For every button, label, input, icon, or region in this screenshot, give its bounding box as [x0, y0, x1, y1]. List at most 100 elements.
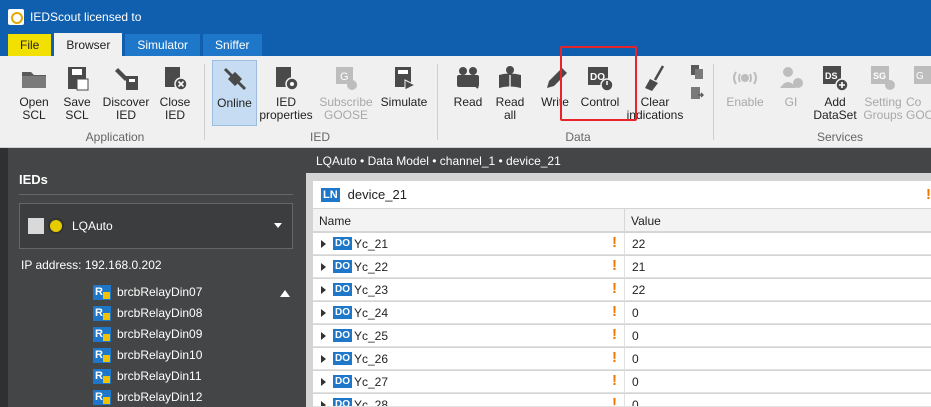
table-row[interactable]: DO Yc_22 ! 21	[313, 256, 931, 278]
ip-address: IP address: 192.168.0.202	[21, 258, 162, 272]
discover-ied-label: Discover IED	[102, 95, 150, 122]
discover-ied-button[interactable]: Discover IED	[100, 60, 152, 126]
online-button[interactable]: Online	[212, 60, 257, 126]
tree-item-label: brcbRelayDin07	[117, 285, 203, 299]
simulate-button[interactable]: Simulate	[378, 60, 430, 126]
warning-icon: !	[612, 257, 617, 274]
table-row[interactable]: DO Yc_23 ! 22	[313, 279, 931, 301]
column-name[interactable]: Name	[319, 214, 351, 228]
tree-item[interactable]: R brcbRelayDin10	[93, 345, 202, 365]
tree-item-label: brcbRelayDin10	[117, 348, 203, 362]
tree-item[interactable]: R brcbRelayDin11	[93, 366, 202, 386]
gi-label: GI	[784, 95, 798, 109]
divider	[19, 194, 293, 195]
tree-item[interactable]: R brcbRelayDin08	[93, 303, 202, 323]
column-value[interactable]: Value	[631, 214, 661, 228]
setting-groups-button[interactable]: SG Setting Groups	[858, 60, 908, 126]
online-label: Online	[217, 96, 252, 110]
ied-properties-label: IED properties	[259, 95, 313, 122]
expand-arrow-icon[interactable]	[321, 401, 326, 406]
tree-item-label: brcbRelayDin12	[117, 390, 203, 404]
online-status-icon	[48, 218, 64, 234]
paste-icon[interactable]	[690, 86, 704, 102]
warning-icon: !	[612, 349, 617, 366]
ied-device-icon	[28, 218, 44, 234]
table-row[interactable]: DO Yc_24 ! 0	[313, 302, 931, 324]
row-value: 21	[632, 260, 646, 274]
tree-item[interactable]: R brcbRelayDin12	[93, 387, 202, 407]
ied-properties-button[interactable]: IED properties	[259, 60, 313, 126]
warning-icon: !	[926, 186, 931, 203]
cell-divider	[624, 302, 625, 324]
tab-file[interactable]: File	[8, 34, 52, 56]
table-row[interactable]: DO Yc_21 ! 22	[313, 233, 931, 255]
expand-arrow-icon[interactable]	[321, 263, 326, 271]
window-title: IEDScout licensed to	[30, 9, 142, 24]
warning-icon: !	[612, 395, 617, 407]
discover-icon	[115, 68, 138, 90]
setting-groups-icon: SG	[871, 66, 895, 90]
read-all-label: Read all	[495, 95, 525, 122]
table-row[interactable]: DO Yc_26 ! 0	[313, 348, 931, 370]
folder-icon	[22, 72, 46, 88]
tab-browser[interactable]: Browser	[54, 33, 123, 56]
ribbon-separator	[713, 64, 714, 140]
row-name: Yc_26	[354, 352, 389, 366]
row-value: 0	[632, 375, 639, 389]
breadcrumb: LQAuto • Data Model • channel_1 • device…	[306, 148, 931, 173]
row-name: Yc_22	[354, 260, 389, 274]
scroll-up-icon[interactable]	[280, 290, 290, 297]
report-icon: R	[93, 347, 111, 363]
row-name: Yc_27	[354, 375, 389, 389]
row-name: Yc_28	[354, 398, 389, 407]
expand-arrow-icon[interactable]	[321, 355, 326, 363]
app-icon	[8, 8, 24, 25]
add-dataset-button[interactable]: DS Add DataSet	[810, 60, 860, 126]
expand-arrow-icon[interactable]	[321, 240, 326, 248]
ied-selector[interactable]: LQAuto	[19, 203, 293, 249]
cell-divider	[624, 394, 625, 406]
close-ied-label: Close IED	[159, 95, 191, 122]
row-value: 0	[632, 329, 639, 343]
expand-arrow-icon[interactable]	[321, 332, 326, 340]
title-bar: IEDScout licensed to	[0, 0, 931, 33]
subscribe-goose-button[interactable]: G Subscribe GOOSE	[319, 60, 373, 126]
enable-label: Enable	[726, 95, 764, 109]
logical-node-header: LN device_21 !	[313, 181, 931, 208]
save-scl-button[interactable]: Save SCL	[51, 60, 103, 126]
ip-label: IP address:	[21, 258, 82, 272]
tree-item[interactable]: R brcbRelayDin07	[93, 282, 202, 302]
do-badge: DO	[333, 260, 352, 273]
tree-item[interactable]: R brcbRelayDin09	[93, 324, 202, 344]
enable-button[interactable]: Enable	[720, 60, 770, 126]
gi-button[interactable]: GI	[766, 60, 816, 126]
save-icon	[68, 67, 89, 91]
cell-divider	[624, 279, 625, 301]
chevron-down-icon	[274, 223, 282, 228]
table-row[interactable]: DO Yc_28 ! 0	[313, 394, 931, 407]
report-icon: R	[93, 284, 111, 300]
svg-text:G: G	[916, 71, 924, 82]
column-divider[interactable]	[624, 209, 625, 232]
report-icon: R	[93, 368, 111, 384]
tree-item-label: brcbRelayDin08	[117, 306, 203, 320]
ied-panel: IEDs LQAuto IP address: 192.168.0.202 R …	[0, 148, 306, 407]
expand-arrow-icon[interactable]	[321, 378, 326, 386]
tab-sniffer[interactable]: Sniffer	[203, 34, 262, 56]
table-row[interactable]: DO Yc_27 ! 0	[313, 371, 931, 393]
table-row[interactable]: DO Yc_25 ! 0	[313, 325, 931, 347]
svg-text:SG: SG	[873, 71, 886, 81]
group-label-application: Application	[85, 130, 145, 144]
save-scl-label: Save SCL	[63, 95, 91, 122]
row-value: 0	[632, 398, 639, 407]
warning-icon: !	[612, 234, 617, 251]
control-goose-button[interactable]: G Co GOO	[906, 60, 931, 126]
tab-simulator[interactable]: Simulator	[125, 34, 201, 56]
expand-arrow-icon[interactable]	[321, 286, 326, 294]
svg-text:DS: DS	[825, 71, 838, 81]
close-ied-button[interactable]: Close IED	[149, 60, 201, 126]
expand-arrow-icon[interactable]	[321, 309, 326, 317]
properties-icon	[276, 67, 299, 91]
simulate-label: Simulate	[380, 95, 428, 109]
copy-icon[interactable]	[690, 64, 704, 80]
